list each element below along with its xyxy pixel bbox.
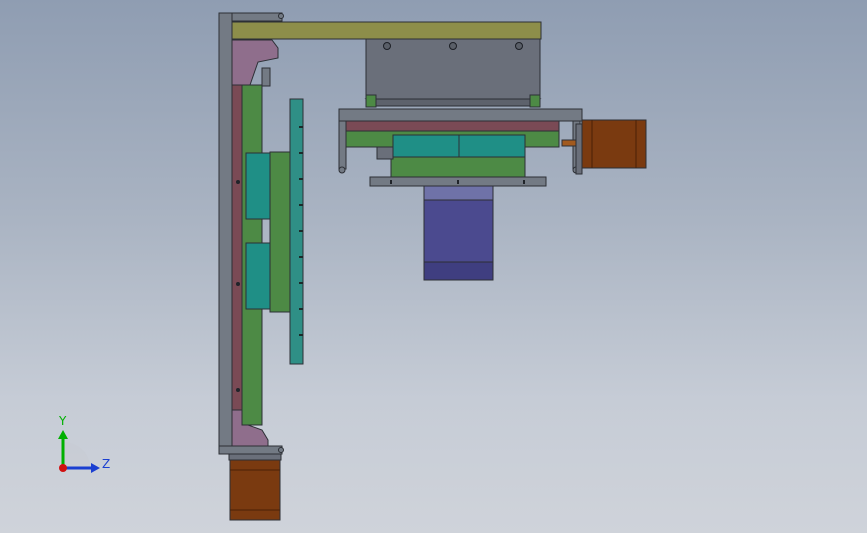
upper-gusset [231,39,279,86]
column-bottom-cap [218,445,283,455]
carriage-lower [245,242,271,310]
y-axis-arrow [58,430,68,439]
horizontal-axis-assembly[interactable] [338,108,583,187]
cad-model-drawing[interactable] [0,0,867,533]
table-rail [345,120,560,132]
z-axis-label: Z [102,457,110,471]
column-small-block [261,67,271,87]
column-rail [231,84,243,411]
vertical-axis-assembly[interactable] [218,12,304,455]
column-top-screw [278,13,284,19]
column-frame [218,12,233,455]
cad-viewport[interactable]: Y Z [0,0,867,533]
vertical-stepper-motor[interactable] [228,453,282,521]
horizontal-beam[interactable] [231,21,542,40]
column-bottom-screw [278,447,284,453]
coordinate-triad: Y Z [50,412,120,482]
y-axis-label: Y [58,414,67,428]
lower-indigo-block[interactable] [423,185,494,281]
z-axis-arrow [91,463,100,473]
table-side-block [376,146,394,160]
carriage-block-left [392,134,460,158]
table-top-plate [338,108,583,122]
x-axis-dot [59,464,67,472]
beam-top-bar [231,21,542,40]
carriage-base-plate [390,156,526,178]
upper-housing-block[interactable] [364,38,542,108]
carriage-block-right [458,134,526,158]
carriage-upper [245,152,271,220]
table-left-leg [338,120,347,170]
triad-rotation-arc [63,441,90,467]
carriage-plate [269,151,291,313]
